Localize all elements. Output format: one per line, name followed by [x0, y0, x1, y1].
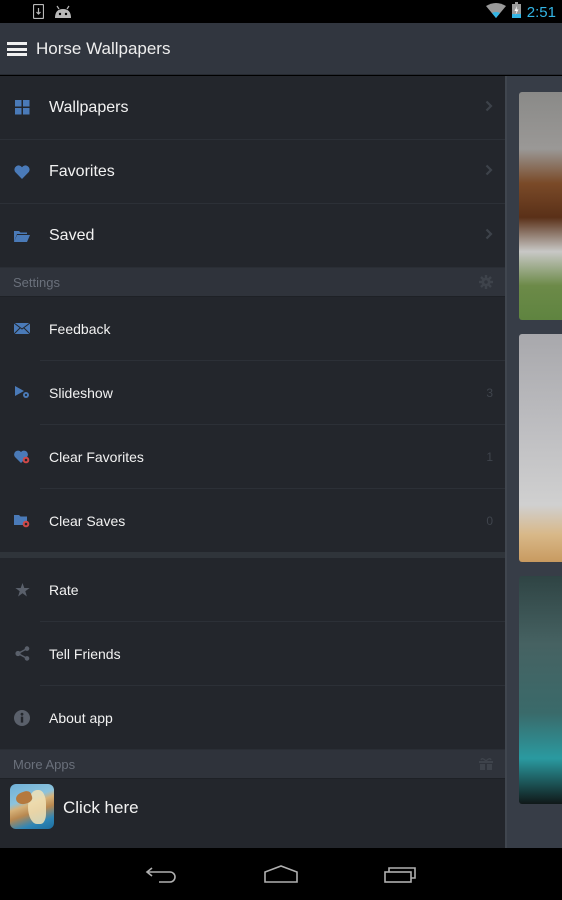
drawer-item-wallpapers[interactable]: Wallpapers — [0, 76, 505, 139]
home-icon[interactable] — [261, 862, 301, 886]
drawer-item-label: Feedback — [49, 320, 111, 337]
back-icon[interactable] — [142, 862, 182, 886]
drawer-item-label: Clear Saves — [49, 512, 126, 529]
folder-clear-icon — [13, 512, 31, 530]
drawer-item-saved[interactable]: Saved — [0, 204, 505, 267]
drawer-item-label: Tell Friends — [49, 645, 121, 662]
drawer-item-about-app[interactable]: About app — [0, 686, 505, 749]
drawer-item-feedback[interactable]: Feedback — [0, 297, 505, 360]
item-value: 3 — [486, 385, 493, 400]
download-notification-icon — [32, 3, 45, 24]
status-time: 2:51 — [526, 4, 556, 21]
horse-desert-wallpaper[interactable] — [519, 334, 562, 562]
envelope-icon — [13, 320, 31, 338]
section-header-label: Settings — [13, 275, 60, 290]
drawer-item-label: Saved — [49, 226, 95, 244]
horse-teal-sky-wallpaper[interactable] — [519, 576, 562, 804]
horse-app-icon — [10, 784, 54, 829]
wifi-icon — [485, 2, 506, 23]
drawer-item-label: About app — [49, 709, 113, 726]
app-title: Horse Wallpapers — [36, 39, 171, 58]
battery-charging-icon — [511, 2, 521, 23]
drawer-item-slideshow[interactable]: Slideshow 3 — [0, 361, 505, 424]
item-value: 0 — [486, 513, 493, 528]
more-apps-label: Click here — [63, 798, 139, 817]
hamburger-menu-icon[interactable] — [7, 42, 27, 56]
running-horses-wallpaper[interactable] — [519, 92, 562, 320]
grid-icon — [13, 99, 31, 117]
android-debug-icon — [54, 5, 72, 24]
drawer-item-label: Wallpapers — [49, 98, 129, 116]
heart-clear-icon — [13, 448, 31, 466]
action-bar: Horse Wallpapers — [0, 23, 562, 75]
slideshow-settings-icon — [13, 384, 31, 402]
item-value: 1 — [486, 449, 493, 464]
drawer-item-label: Clear Favorites — [49, 448, 144, 465]
share-icon — [13, 645, 31, 663]
chevron-right-icon — [485, 228, 493, 243]
drawer-item-rate[interactable]: Rate — [0, 558, 505, 621]
wallpaper-grid — [505, 76, 562, 848]
folder-open-icon — [13, 227, 31, 245]
drawer-item-clear-favorites[interactable]: Clear Favorites 1 — [0, 425, 505, 488]
section-header-label: More Apps — [13, 757, 76, 772]
info-icon — [13, 709, 31, 727]
heart-icon — [13, 163, 31, 181]
drawer-item-label: Slideshow — [49, 384, 113, 401]
navigation-drawer: Wallpapers Favorites Saved Settings Feed… — [0, 76, 505, 848]
drawer-item-favorites[interactable]: Favorites — [0, 140, 505, 203]
system-nav-bar — [0, 848, 562, 900]
gift-icon — [479, 757, 493, 771]
drawer-item-clear-saves[interactable]: Clear Saves 0 — [0, 489, 505, 552]
recent-apps-icon[interactable] — [381, 862, 421, 886]
gear-icon — [479, 275, 493, 289]
drawer-item-label: Favorites — [49, 162, 115, 180]
more-apps-item[interactable]: Click here — [0, 779, 505, 848]
chevron-right-icon — [485, 100, 493, 115]
settings-section-header: Settings — [0, 267, 505, 297]
drawer-item-label: Rate — [49, 581, 79, 598]
drawer-item-tell-friends[interactable]: Tell Friends — [0, 622, 505, 685]
chevron-right-icon — [485, 164, 493, 179]
star-icon — [13, 581, 31, 599]
more-apps-section-header: More Apps — [0, 749, 505, 779]
status-bar: 2:51 — [0, 0, 562, 23]
